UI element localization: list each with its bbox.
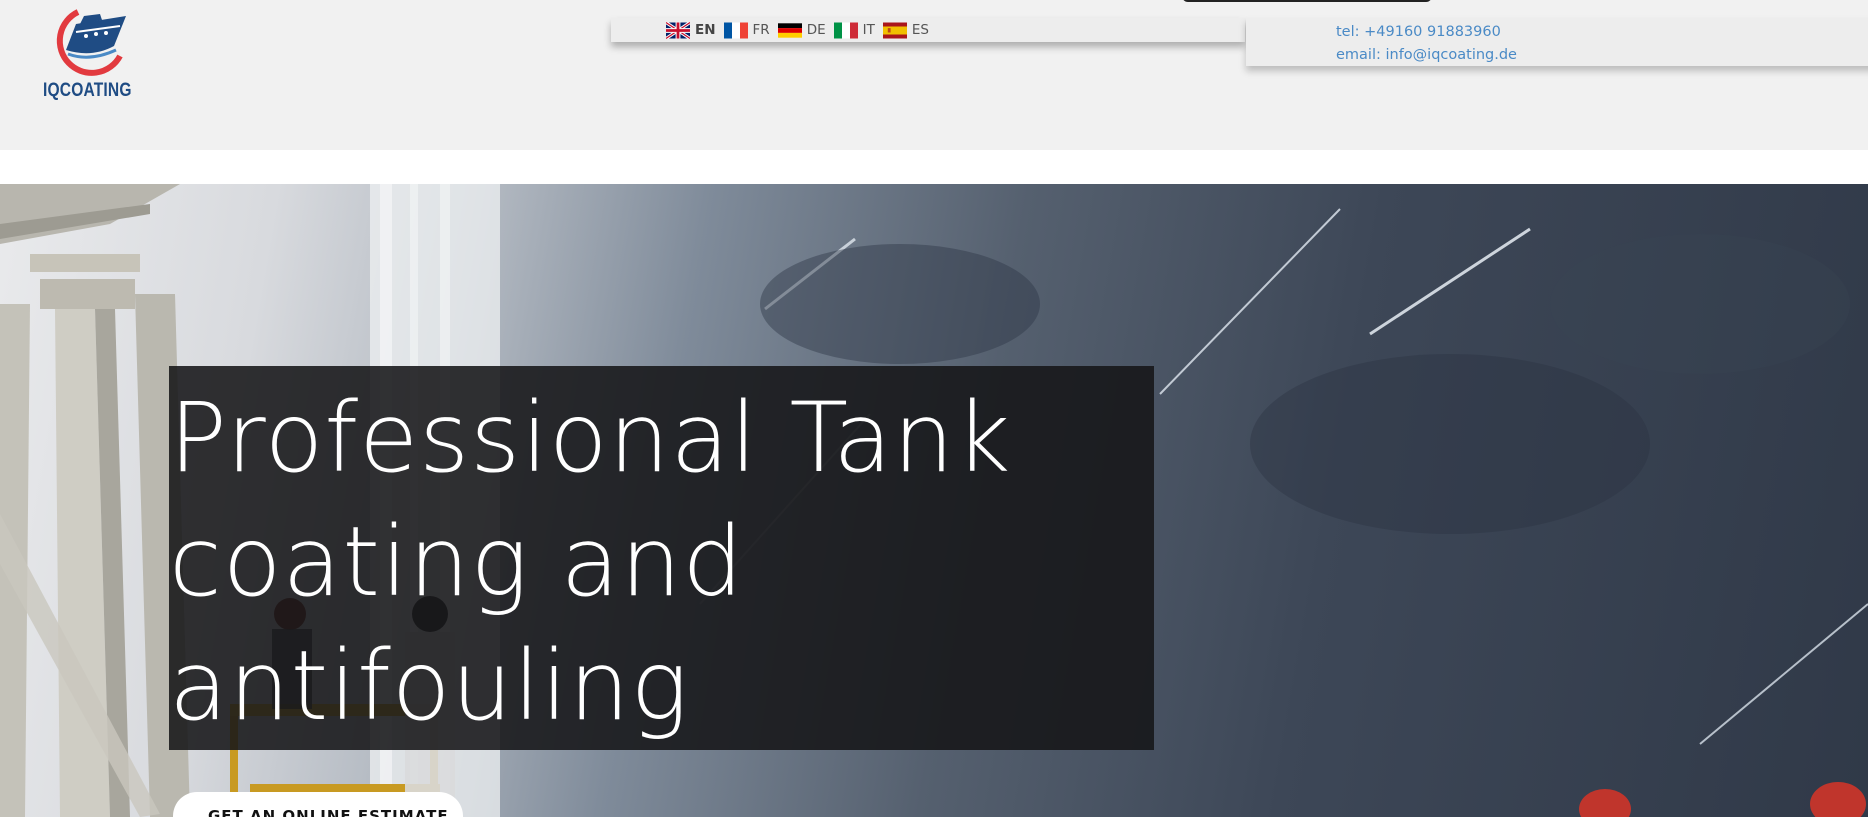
hero-headline-box: Professional Tank coating and antifoulin… (169, 366, 1154, 750)
lang-en[interactable]: EN (666, 21, 716, 39)
headline-line-3: antifouling (169, 630, 690, 742)
headline-line-2: coating and (169, 506, 745, 618)
lang-de-label: DE (806, 22, 826, 38)
lang-es-label: ES (911, 22, 929, 38)
italy-flag-icon (833, 22, 858, 38)
lang-en-label: EN (695, 22, 716, 38)
language-switcher: EN FR DE IT ES (611, 18, 1245, 42)
online-estimate-button[interactable]: GET AN ONLINE ESTIMATE (173, 792, 463, 817)
contact-info: tel: +49160 91883960 email: info@iqcoati… (1246, 18, 1868, 66)
lang-it-label: IT (862, 22, 875, 38)
lang-it[interactable]: IT (833, 22, 875, 39)
lang-fr[interactable]: FR (723, 22, 770, 39)
hero-headline: Professional Tank coating and antifoulin… (169, 376, 1049, 748)
uk-flag-icon (666, 21, 690, 39)
france-flag-icon (723, 22, 748, 38)
lang-es[interactable]: ES (882, 22, 929, 39)
phone-link[interactable]: tel: +49160 91883960 (1336, 21, 1868, 44)
ship-logo-icon (56, 9, 126, 76)
email-link[interactable]: email: info@iqcoating.de (1336, 44, 1868, 67)
lang-fr-label: FR (752, 22, 770, 38)
nav-strip (0, 150, 1868, 185)
top-tab-edge (1182, 0, 1432, 2)
spain-flag-icon (882, 22, 907, 38)
headline-line-1: Professional Tank (169, 382, 1012, 494)
lang-de[interactable]: DE (777, 22, 826, 39)
brand-name: IQCOATING (43, 80, 132, 101)
germany-flag-icon (777, 22, 802, 38)
